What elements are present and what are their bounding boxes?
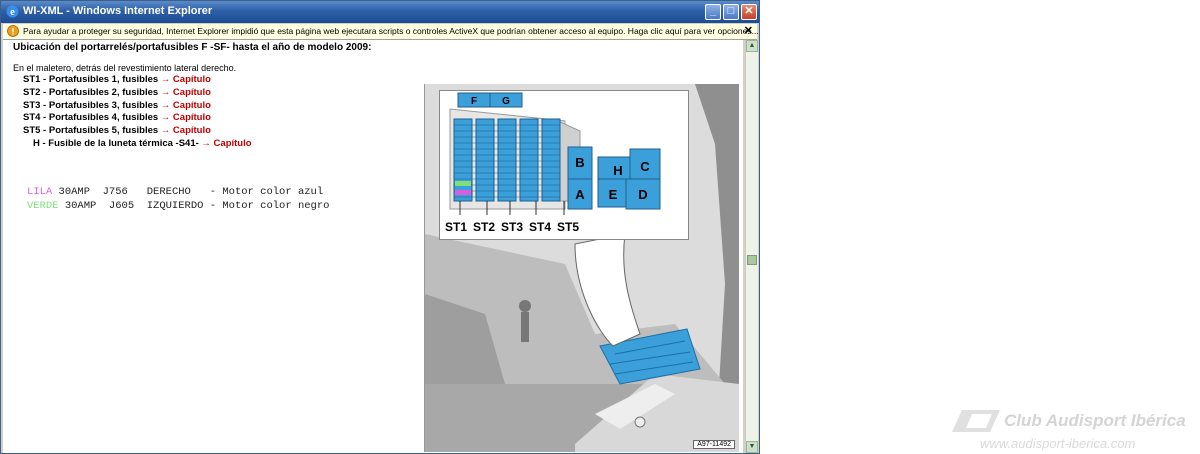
security-infobar[interactable]: ! Para ayudar a proteger su seguridad, I… bbox=[3, 24, 759, 40]
location-text: En el maletero, detrás del revestimiento… bbox=[13, 63, 237, 73]
close-window-button[interactable]: ✕ bbox=[741, 4, 757, 20]
infobar-message[interactable]: Para ayudar a proteger su seguridad, Int… bbox=[23, 26, 759, 36]
page-title: Ubicación del portarrelés/portafusibles … bbox=[13, 42, 372, 53]
list-item: ST2 - Portafusibles 2, fusibles → Capítu… bbox=[23, 87, 252, 100]
chapter-link[interactable]: → Capítulo bbox=[161, 125, 211, 136]
svg-text:D: D bbox=[638, 187, 647, 202]
list-item: ST3 - Portafusibles 3, fusibles → Capítu… bbox=[23, 100, 252, 113]
chapter-link[interactable]: → Capítulo bbox=[161, 100, 211, 111]
watermark: Club Audisport Ibérica www.audisport-ibe… bbox=[950, 410, 1200, 454]
scroll-thumb[interactable] bbox=[747, 255, 757, 265]
fuse-box-drawing: F G B H C A E D ST1 ST2 ST3 ST4 ST5 bbox=[445, 92, 661, 234]
infobar-close-button[interactable]: ✕ bbox=[744, 24, 753, 37]
svg-text:ST3: ST3 bbox=[501, 220, 523, 234]
chapter-link[interactable]: → Capítulo bbox=[161, 74, 211, 85]
svg-text:G: G bbox=[502, 96, 510, 107]
fuse-columns bbox=[453, 118, 561, 202]
svg-text:ST5: ST5 bbox=[557, 220, 579, 234]
ie-window: e WI-XML - Windows Internet Explorer _ □… bbox=[0, 0, 760, 454]
note-text: 30AMP J605 IZQUIERDO - Motor color negro bbox=[58, 200, 330, 212]
ie-icon: e bbox=[6, 5, 19, 18]
note-row: LILA 30AMP J756 DERECHO - Motor color az… bbox=[27, 185, 329, 199]
shield-warning-icon: ! bbox=[7, 25, 19, 37]
minimize-button[interactable]: _ bbox=[705, 4, 721, 20]
list-item: ST1 - Portafusibles 1, fusibles → Capítu… bbox=[23, 74, 252, 87]
svg-text:C: C bbox=[640, 159, 650, 174]
chapter-link[interactable]: → Capítulo bbox=[201, 138, 251, 149]
svg-text:ST4: ST4 bbox=[529, 220, 551, 234]
watermark-title: Club Audisport Ibérica bbox=[1004, 411, 1186, 430]
list-item: H - Fusible de la luneta térmica -S41- →… bbox=[23, 138, 252, 151]
window-title: WI-XML - Windows Internet Explorer bbox=[23, 5, 213, 17]
svg-text:ST1: ST1 bbox=[445, 220, 467, 234]
watermark-url: www.audisport-iberica.com bbox=[980, 436, 1136, 451]
svg-text:ST2: ST2 bbox=[473, 220, 495, 234]
page-content: Ubicación del portarrelés/portafusibles … bbox=[3, 40, 743, 453]
svg-text:!: ! bbox=[12, 27, 15, 37]
svg-text:A: A bbox=[575, 187, 585, 202]
item-label: ST2 - Portafusibles 2, fusibles bbox=[23, 86, 159, 98]
svg-text:B: B bbox=[575, 155, 584, 170]
list-item: ST5 - Portafusibles 5, fusibles → Capítu… bbox=[23, 125, 252, 138]
vertical-scrollbar[interactable]: ▲ ▼ bbox=[745, 40, 758, 453]
item-label: ST5 - Portafusibles 5, fusibles bbox=[23, 125, 159, 137]
note-row: VERDE 30AMP J605 IZQUIERDO - Motor color… bbox=[27, 199, 329, 213]
color-notes: LILA 30AMP J756 DERECHO - Motor color az… bbox=[27, 185, 329, 213]
scroll-up-button[interactable]: ▲ bbox=[746, 40, 758, 52]
item-label: ST4 - Portafusibles 4, fusibles bbox=[23, 112, 159, 124]
note-color-name: VERDE bbox=[27, 200, 59, 212]
chapter-link[interactable]: → Capítulo bbox=[161, 112, 211, 123]
svg-text:H: H bbox=[613, 163, 622, 178]
fuse-location-diagram: F G B H C A E D ST1 ST2 ST3 ST4 ST5 A97-… bbox=[424, 84, 739, 452]
svg-text:e: e bbox=[10, 7, 15, 18]
item-label: ST3 - Portafusibles 3, fusibles bbox=[23, 99, 159, 111]
note-color-name: LILA bbox=[27, 186, 53, 198]
chapter-link[interactable]: → Capítulo bbox=[161, 87, 211, 98]
svg-text:F: F bbox=[471, 96, 477, 107]
note-text: 30AMP J756 DERECHO - Motor color azul bbox=[52, 186, 324, 198]
svg-text:E: E bbox=[609, 187, 618, 202]
list-item: ST4 - Portafusibles 4, fusibles → Capítu… bbox=[23, 112, 252, 125]
club-logo-icon bbox=[952, 410, 1000, 432]
maximize-button[interactable]: □ bbox=[723, 4, 739, 20]
item-label: ST1 - Portafusibles 1, fusibles bbox=[23, 74, 159, 85]
item-label: H - Fusible de la luneta térmica -S41- bbox=[33, 137, 199, 149]
title-bar[interactable]: e WI-XML - Windows Internet Explorer _ □… bbox=[1, 1, 759, 23]
scroll-down-button[interactable]: ▼ bbox=[746, 441, 758, 453]
figure-code: A97-11492 bbox=[693, 440, 735, 449]
fuse-box-callout: F G B H C A E D ST1 ST2 ST3 ST4 ST5 bbox=[439, 90, 689, 240]
fuse-holder-list: ST1 - Portafusibles 1, fusibles → Capítu… bbox=[23, 74, 252, 151]
